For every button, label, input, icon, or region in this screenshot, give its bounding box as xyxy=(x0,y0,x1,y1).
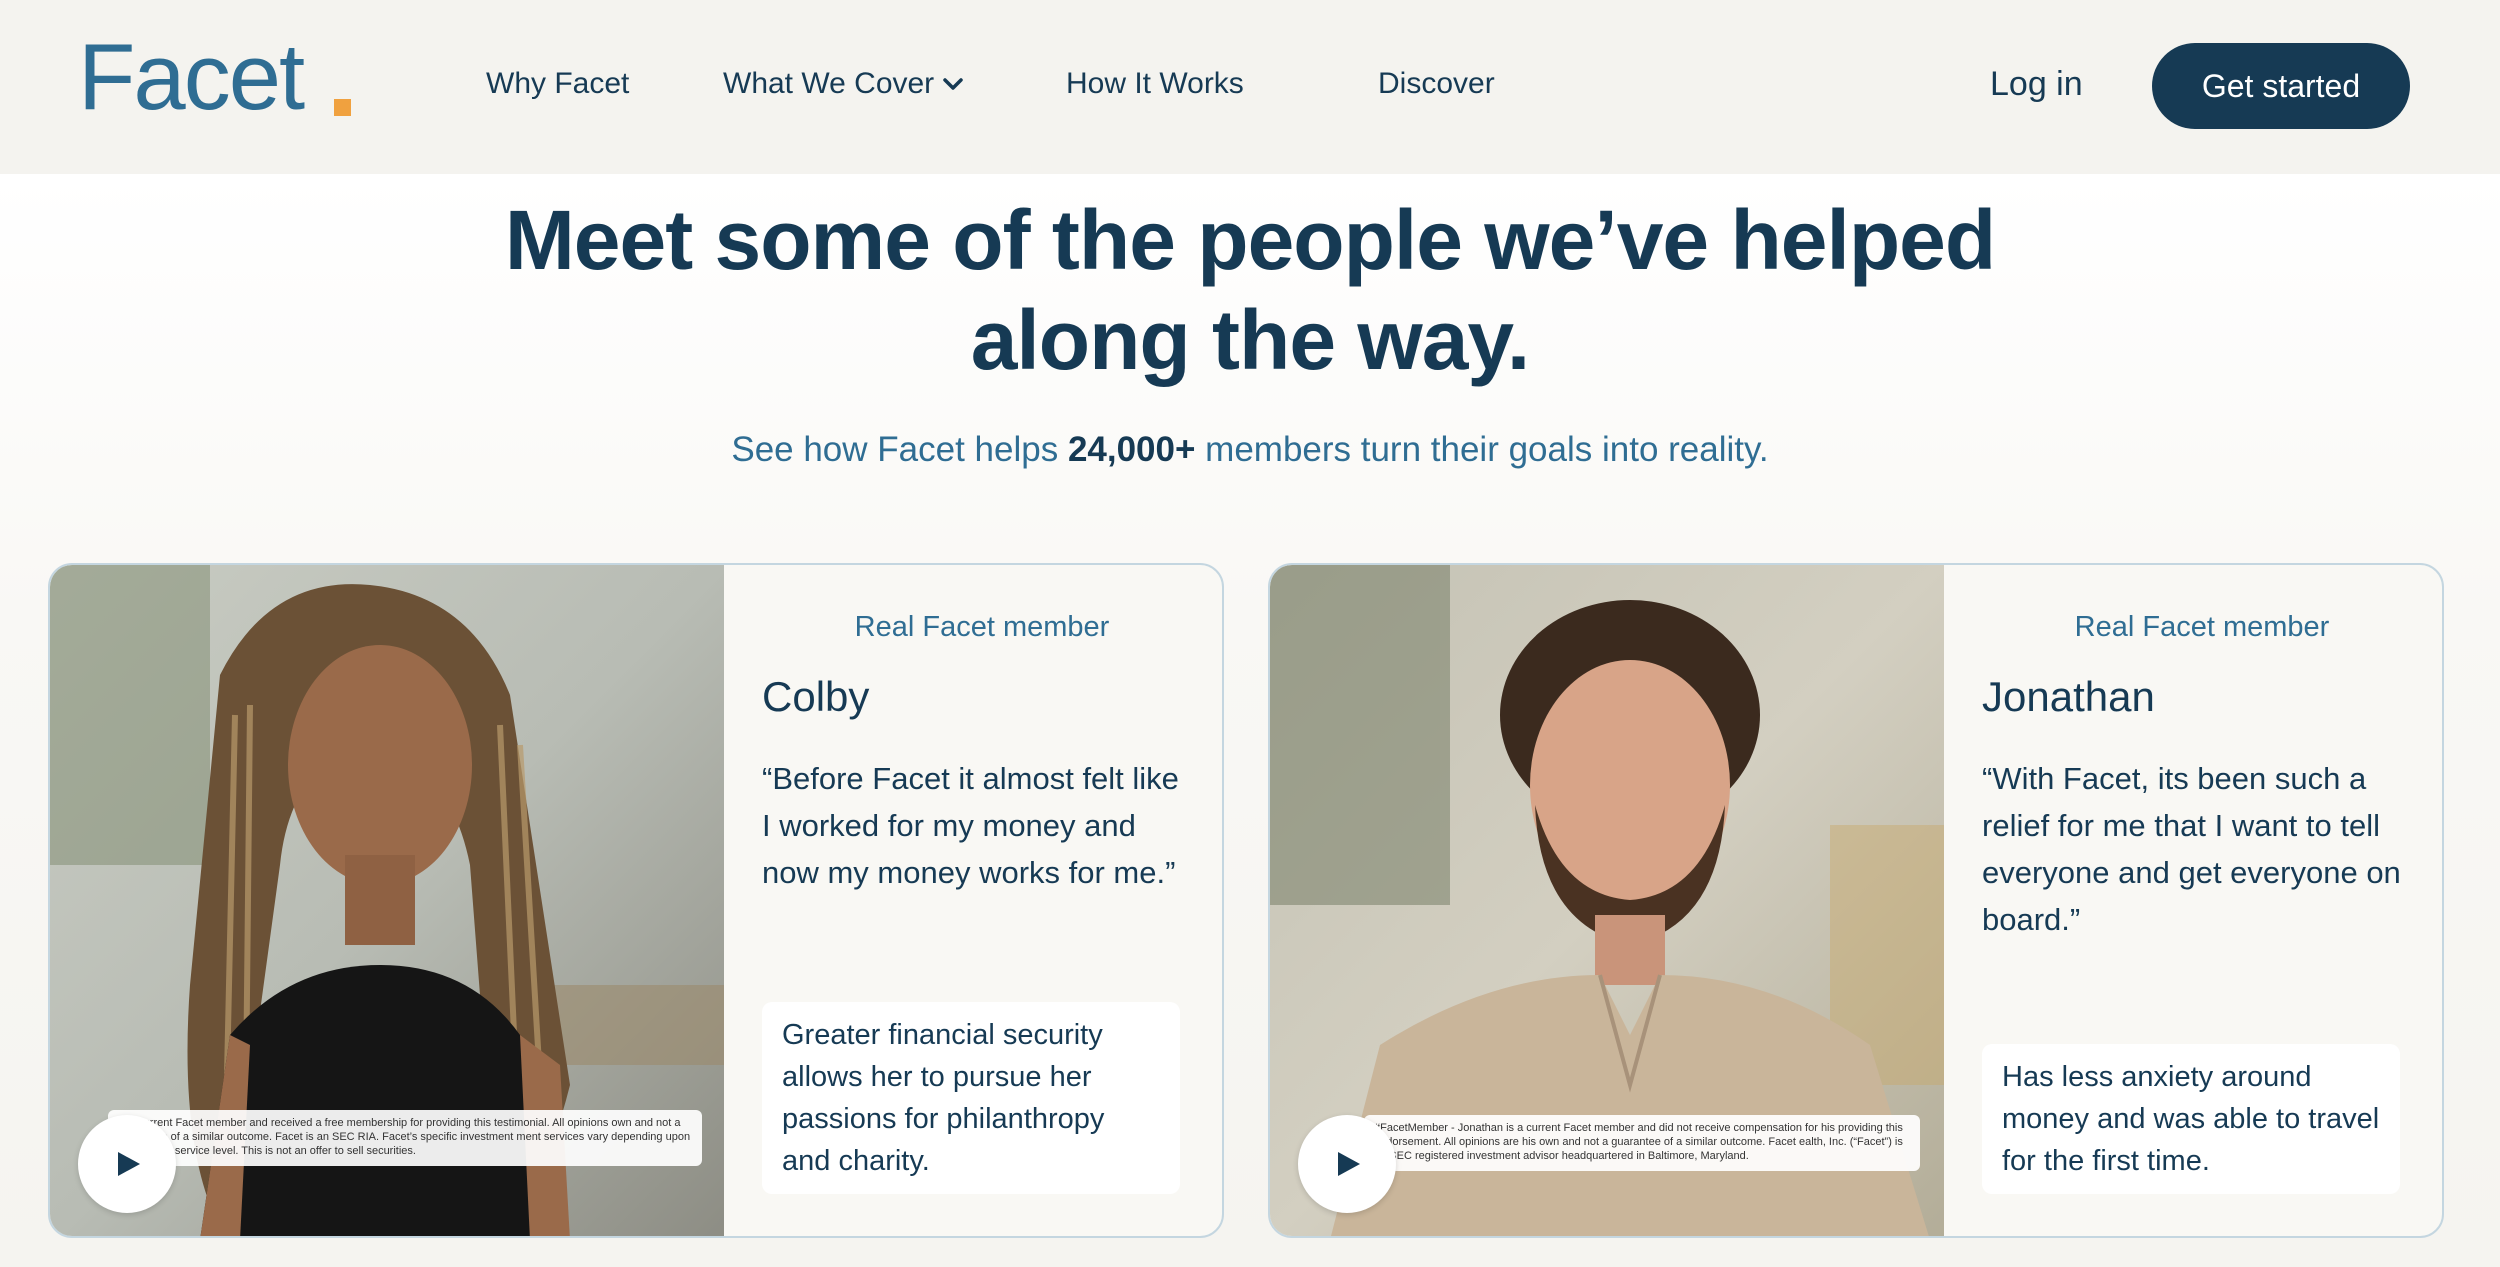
testimonial-video-colby[interactable]: is a current Facet member and received a… xyxy=(50,565,724,1236)
member-tag: Real Facet member xyxy=(854,611,1110,643)
member-name: Jonathan xyxy=(1982,673,2155,720)
nav-why-facet[interactable]: Why Facet xyxy=(486,64,629,104)
logo-dot-icon xyxy=(334,99,351,116)
member-outcome: Has less anxiety around money and was ab… xyxy=(1982,1044,2400,1194)
subtitle-prefix: See how Facet helps xyxy=(731,430,1068,469)
chevron-down-icon[interactable] xyxy=(941,74,965,94)
testimonial-card-jonathan: #FacetMember - Jonathan is a current Fac… xyxy=(1268,563,2444,1238)
video-disclaimer: #FacetMember - Jonathan is a current Fac… xyxy=(1364,1115,1920,1171)
video-disclaimer: is a current Facet member and received a… xyxy=(108,1110,702,1166)
nav-discover[interactable]: Discover xyxy=(1378,64,1495,104)
get-started-button[interactable]: Get started xyxy=(2152,43,2410,129)
page-subtitle: See how Facet helps 24,000+ members turn… xyxy=(0,425,2500,475)
page-title-text: Meet some of the people we’ve helped alo… xyxy=(504,193,1996,387)
nav-how-it-works[interactable]: How It Works xyxy=(1066,64,1244,104)
member-quote: “With Facet, its been such a relief for … xyxy=(1982,761,2401,937)
member-name: Colby xyxy=(762,673,870,720)
nav-what-we-cover[interactable]: What We Cover xyxy=(723,64,934,104)
play-icon xyxy=(118,1152,140,1176)
testimonial-video-jonathan[interactable]: #FacetMember - Jonathan is a current Fac… xyxy=(1270,565,1944,1236)
member-quote: “Before Facet it almost felt like I work… xyxy=(762,761,1179,890)
subtitle-suffix: members turn their goals into reality. xyxy=(1195,430,1769,469)
page-title: Meet some of the people we’ve helped alo… xyxy=(0,190,2500,390)
testimonial-text-colby: Real Facet member Colby “Before Facet it… xyxy=(762,565,1202,1236)
login-link[interactable]: Log in xyxy=(1990,62,2083,106)
play-button[interactable] xyxy=(1298,1115,1396,1213)
facet-logo[interactable]: Facet xyxy=(78,30,305,124)
testimonial-card-colby: is a current Facet member and received a… xyxy=(48,563,1224,1238)
member-tag: Real Facet member xyxy=(2074,611,2330,643)
top-navigation: Facet Why Facet What We Cover How It Wor… xyxy=(0,0,2500,174)
member-outcome: Greater financial security allows her to… xyxy=(762,1002,1180,1194)
play-icon xyxy=(1338,1152,1360,1176)
play-button[interactable] xyxy=(78,1115,176,1213)
testimonial-text-jonathan: Real Facet member Jonathan “With Facet, … xyxy=(1982,565,2422,1236)
member-count: 24,000+ xyxy=(1067,430,1196,469)
